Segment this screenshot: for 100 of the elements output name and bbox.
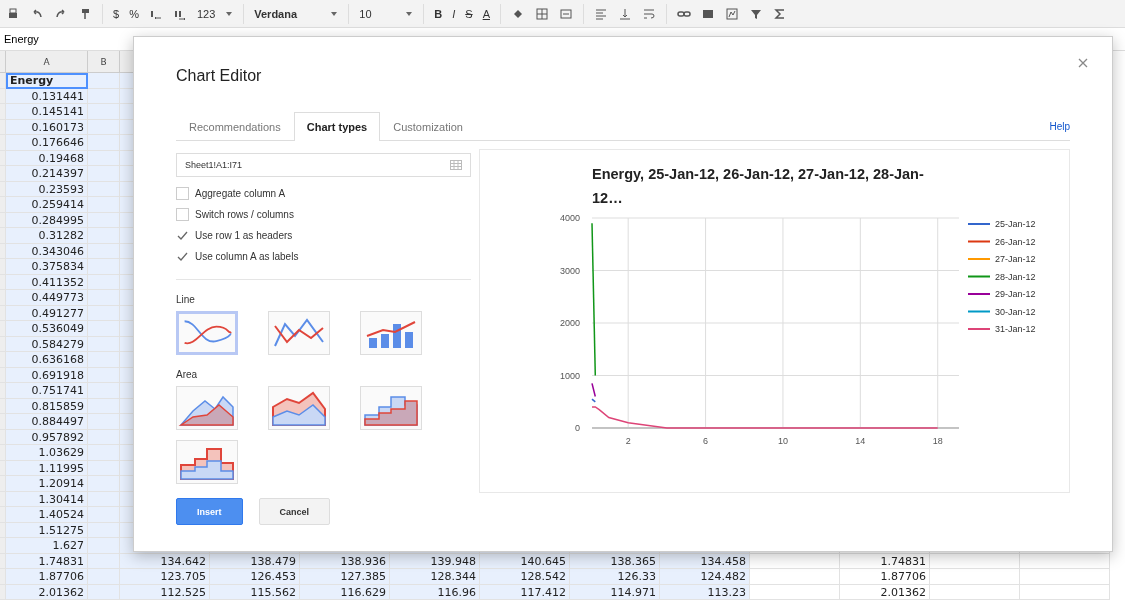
formula-value: Energy xyxy=(4,33,39,45)
text-color-button[interactable]: A xyxy=(482,7,490,20)
x-tick-label: 6 xyxy=(703,436,709,446)
checkbox[interactable] xyxy=(176,187,189,200)
number-format-button[interactable]: 123 xyxy=(196,7,216,20)
wrap-text-icon[interactable] xyxy=(641,6,656,21)
table-cell: 124.482 xyxy=(660,569,750,585)
cancel-button[interactable]: Cancel xyxy=(258,498,331,525)
font-dropdown[interactable]: Verdana xyxy=(254,7,321,20)
group-label: Area xyxy=(176,369,199,380)
y-tick-label: 3000 xyxy=(559,265,580,276)
table-cell: 1.40524 xyxy=(6,507,88,523)
table-cell xyxy=(88,445,120,461)
table-cell xyxy=(88,538,120,554)
legend-label: 26-Jan-12 xyxy=(995,236,1036,247)
table-cell xyxy=(88,414,120,430)
table-cell: Energy xyxy=(6,73,88,89)
table-cell xyxy=(88,569,120,585)
table-cell xyxy=(88,135,120,151)
dialog-title: Chart Editor xyxy=(176,67,263,86)
table-cell xyxy=(88,321,120,337)
column-header[interactable]: A xyxy=(6,51,88,73)
tab[interactable]: Customization xyxy=(380,113,476,140)
table-cell: 0.751741 xyxy=(6,383,88,399)
y-tick-label: 1000 xyxy=(559,370,580,381)
checkbox[interactable] xyxy=(176,208,189,221)
stepped-area-chart-thumbnail[interactable] xyxy=(360,386,422,430)
table-cell: 0.259414 xyxy=(6,197,88,213)
borders-icon[interactable] xyxy=(534,6,549,21)
area-chart-thumbnail[interactable] xyxy=(268,386,330,430)
group-label: Line xyxy=(176,294,196,305)
strikethrough-button[interactable]: S xyxy=(465,7,473,20)
bold-button[interactable]: B xyxy=(434,7,443,20)
caret-icon[interactable] xyxy=(330,9,339,18)
legend-label: 27-Jan-12 xyxy=(995,254,1036,264)
table-cell: 2.01362 xyxy=(840,584,930,600)
checkbox-label: Aggregate column A xyxy=(195,188,286,199)
checkbox-label: Use column A as labels xyxy=(195,251,299,262)
x-tick-label: 10 xyxy=(777,436,788,446)
legend-label: 30-Jan-12 xyxy=(995,306,1036,317)
vertical-align-icon[interactable] xyxy=(617,6,632,21)
checkbox[interactable] xyxy=(176,250,189,263)
table-cell: 1.20914 xyxy=(6,476,88,492)
tab[interactable]: Chart types xyxy=(293,112,381,141)
y-tick-label: 4000 xyxy=(559,213,580,223)
table-cell xyxy=(88,383,120,399)
combo-chart-thumbnail[interactable] xyxy=(360,311,422,355)
column-header[interactable]: B xyxy=(88,51,120,73)
sum-icon[interactable] xyxy=(772,6,787,21)
checkbox-label: Use row 1 as headers xyxy=(195,230,293,241)
table-cell: 1.627 xyxy=(6,538,88,554)
stepped-area-chart-thumbnail[interactable] xyxy=(176,440,238,484)
checkbox-label: Switch rows / columns xyxy=(195,209,294,220)
table-cell xyxy=(88,507,120,523)
tab[interactable]: Recommendations xyxy=(176,113,294,140)
merge-cells-icon[interactable] xyxy=(558,6,573,21)
table-cell xyxy=(88,73,120,89)
table-cell xyxy=(88,166,120,182)
table-cell: 0.145141 xyxy=(6,104,88,120)
table-cell: 0.375834 xyxy=(6,259,88,275)
table-cell: 126.33 xyxy=(570,569,660,585)
legend-label: 28-Jan-12 xyxy=(995,271,1036,282)
table-cell: 0.536049 xyxy=(6,321,88,337)
table-cell: 123.705 xyxy=(120,569,210,585)
table-cell: 128.344 xyxy=(390,569,480,585)
table-cell: 0.636168 xyxy=(6,352,88,368)
table-cell: 0.449773 xyxy=(6,290,88,306)
table-cell xyxy=(88,197,120,213)
table-cell xyxy=(88,290,120,306)
italic-button[interactable]: I xyxy=(452,7,456,20)
range-field[interactable]: Sheet1!A1:I71 xyxy=(176,153,471,177)
table-cell xyxy=(88,228,120,244)
currency-format-button[interactable]: $ xyxy=(113,7,120,20)
chart-title: Energy, 25-Jan-12, 26-Jan-12, 27-Jan-12, 28-Jan-12… xyxy=(592,165,925,208)
table-cell: 128.542 xyxy=(480,569,570,585)
y-tick-label: 0 xyxy=(575,423,580,433)
table-cell xyxy=(88,476,120,492)
caret-icon[interactable] xyxy=(405,9,414,18)
align-icon[interactable] xyxy=(593,6,608,21)
line-chart-thumbnail[interactable] xyxy=(176,311,238,355)
area-chart-thumbnail[interactable] xyxy=(176,386,238,430)
table-cell: 1.03629 xyxy=(6,445,88,461)
caret-icon[interactable] xyxy=(225,9,234,18)
legend-label: 29-Jan-12 xyxy=(995,289,1036,299)
chart-icon[interactable] xyxy=(724,6,739,21)
checkbox[interactable] xyxy=(176,229,189,242)
table-cell: 1.87706 xyxy=(840,569,930,585)
table-cell: 0.214397 xyxy=(6,166,88,182)
x-tick-label: 2 xyxy=(625,436,631,446)
table-cell: 0.176646 xyxy=(6,135,88,151)
table-cell: 126.453 xyxy=(210,569,300,585)
x-tick-label: 14 xyxy=(855,436,866,446)
line-chart-thumbnail[interactable] xyxy=(268,311,330,355)
percent-format-button[interactable]: % xyxy=(129,7,139,20)
font-size-dropdown[interactable]: 10 xyxy=(359,7,396,20)
help-link[interactable]: Help xyxy=(1049,121,1070,140)
legend-label: 31-Jan-12 xyxy=(995,324,1036,334)
y-tick-label: 2000 xyxy=(559,318,580,328)
table-cell: 0.31282 xyxy=(6,228,88,244)
print-icon[interactable] xyxy=(6,6,20,21)
